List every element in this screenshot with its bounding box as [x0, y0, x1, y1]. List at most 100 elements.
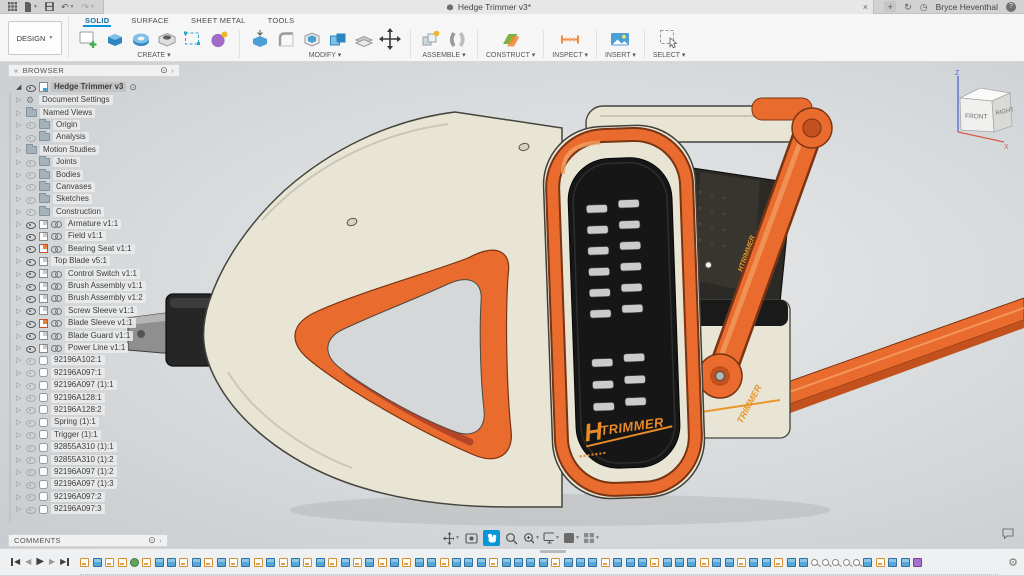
tree-item[interactable]: ▷ Construction	[16, 206, 180, 218]
timeline-feature-icon[interactable]	[291, 558, 300, 567]
timeline-feature-icon[interactable]	[378, 558, 387, 567]
tree-item-label[interactable]: Construction	[53, 207, 104, 217]
visibility-eye-icon[interactable]	[26, 467, 36, 476]
expand-arrow-icon[interactable]: ▷	[16, 183, 23, 191]
expand-arrow-icon[interactable]: ▷	[16, 344, 23, 352]
pan-button[interactable]	[483, 530, 500, 546]
tab-solid[interactable]: SOLID	[83, 16, 111, 27]
tree-item-label[interactable]: Bearing Seat v1:1	[65, 244, 135, 254]
tree-item-label[interactable]: Document Settings	[39, 95, 113, 105]
tree-item[interactable]: ▷ Brush Assembly v1:2	[16, 292, 180, 304]
tree-item-label[interactable]: Control Switch v1:1	[65, 269, 140, 279]
main-housing[interactable]: H TRIMMER	[542, 123, 720, 501]
app-grid-icon[interactable]	[8, 2, 17, 11]
collapse-panel-icon[interactable]: «	[14, 66, 19, 75]
tree-item-label[interactable]: 92196A097 (1):2	[51, 467, 117, 477]
visibility-eye-icon[interactable]	[26, 306, 36, 315]
timeline-feature-icon[interactable]	[415, 558, 424, 567]
play-button[interactable]: ▶	[36, 558, 44, 566]
timeline-feature-icon[interactable]	[613, 558, 622, 567]
tree-item-label[interactable]: Bodies	[53, 170, 83, 180]
tree-item[interactable]: ▷ Sketches	[16, 193, 180, 205]
comments-add-icon[interactable]: ⊙	[148, 536, 156, 545]
timeline-feature-icon[interactable]	[843, 559, 850, 566]
expand-arrow-icon[interactable]: ▷	[16, 232, 23, 240]
hole-button[interactable]	[155, 27, 179, 51]
tree-item-label[interactable]: Field v1:1	[65, 231, 106, 241]
timeline-feature-icon[interactable]	[328, 558, 337, 567]
visibility-eye-icon[interactable]	[26, 393, 36, 402]
tree-item-label[interactable]: Spring (1):1	[51, 417, 99, 427]
expand-arrow-icon[interactable]: ▷	[16, 356, 23, 364]
timeline-feature-icon[interactable]	[452, 558, 461, 567]
tree-item[interactable]: ▷ Document Settings	[16, 94, 180, 106]
tree-item[interactable]: ▷ Named Views	[16, 106, 180, 118]
timeline-feature-icon[interactable]	[551, 558, 560, 567]
tree-item[interactable]: ▷ Screw Sleeve v1:1	[16, 305, 180, 317]
step-back-button[interactable]: ◀	[25, 558, 31, 566]
timeline-feature-icon[interactable]	[799, 558, 808, 567]
select-button[interactable]	[657, 27, 681, 51]
expand-arrow-icon[interactable]: ▷	[16, 493, 23, 501]
undo-icon[interactable]: ↶▼	[61, 2, 75, 12]
timeline-feature-icon[interactable]	[787, 558, 796, 567]
comments-panel[interactable]: COMMENTS ⊙ ›	[8, 534, 168, 547]
move-button[interactable]	[378, 27, 402, 51]
workspace-selector[interactable]: DESIGN▼	[8, 21, 62, 55]
viewport-canvas[interactable]: HTRIMMER TRIMMER	[0, 62, 1024, 548]
visibility-eye-icon[interactable]	[26, 356, 36, 365]
timeline-feature-icon[interactable]	[675, 558, 684, 567]
timeline-feature-icon[interactable]	[365, 558, 374, 567]
timeline-feature-icon[interactable]	[687, 558, 696, 567]
timeline-feature-icon[interactable]	[749, 558, 758, 567]
expand-arrow-icon[interactable]: ▷	[16, 505, 23, 513]
timeline-settings-gear-icon[interactable]: ⚙	[1008, 556, 1018, 569]
display-settings-button[interactable]: ▼	[543, 530, 560, 546]
tree-item-label[interactable]: Brush Assembly v1:2	[65, 293, 146, 303]
tree-item[interactable]: ▷ 92196A128:1	[16, 391, 180, 403]
browser-header[interactable]: « BROWSER ⊙ ›	[8, 64, 180, 77]
tree-item-label[interactable]: Armature v1:1	[65, 219, 121, 229]
timeline-feature-icon[interactable]	[564, 558, 573, 567]
visibility-eye-icon[interactable]	[26, 368, 36, 377]
look-at-button[interactable]	[463, 530, 480, 546]
sync-status-icon[interactable]: ↻	[904, 2, 912, 12]
timeline-feature-icon[interactable]	[390, 558, 399, 567]
tree-item[interactable]: ▷ 92196A102:1	[16, 354, 180, 366]
visibility-eye-icon[interactable]	[26, 158, 36, 167]
tree-item[interactable]: ▷ Control Switch v1:1	[16, 267, 180, 279]
create-sketch-button[interactable]	[77, 27, 101, 51]
timeline-feature-icon[interactable]	[241, 558, 250, 567]
joint-button[interactable]	[445, 27, 469, 51]
save-icon[interactable]	[45, 2, 54, 11]
expand-arrow-icon[interactable]: ▷	[16, 257, 23, 265]
timeline-feature-icon[interactable]	[588, 558, 597, 567]
timeline-feature-icon[interactable]	[913, 558, 922, 567]
visibility-eye-icon[interactable]	[26, 120, 36, 129]
view-cube[interactable]: Z X FRONT RIGHT	[938, 68, 1018, 155]
tree-item-label[interactable]: Origin	[53, 120, 80, 130]
expand-arrow-icon[interactable]: ▷	[16, 133, 23, 141]
modify-group-label[interactable]: MODIFY ▾	[309, 51, 342, 61]
revolve-button[interactable]	[129, 27, 153, 51]
tree-item[interactable]: ▷ 92855A310 (1):1	[16, 441, 180, 453]
tree-item[interactable]: ▷ Spring (1):1	[16, 416, 180, 428]
tree-item-label[interactable]: Top Blade v5:1	[51, 256, 110, 266]
expand-arrow-icon[interactable]: ▷	[16, 220, 23, 228]
timeline-feature-icon[interactable]	[155, 558, 164, 567]
timeline-feature-icon[interactable]	[901, 558, 910, 567]
tree-item[interactable]: ▷ 92196A097 (1):1	[16, 379, 180, 391]
construct-plane-button[interactable]	[499, 27, 523, 51]
tree-item[interactable]: ▷ Joints	[16, 156, 180, 168]
visibility-eye-icon[interactable]	[26, 505, 36, 514]
new-tab-button[interactable]: +	[884, 1, 896, 12]
timeline-feature-icon[interactable]	[876, 558, 885, 567]
help-icon[interactable]: ?	[1006, 2, 1016, 12]
expand-arrow-icon[interactable]: ▷	[16, 146, 23, 154]
assemble-group-label[interactable]: ASSEMBLE ▾	[422, 51, 465, 61]
tree-item[interactable]: ▷ Blade Guard v1:1	[16, 329, 180, 341]
visibility-eye-icon[interactable]	[26, 430, 36, 439]
visibility-eye-icon[interactable]	[26, 344, 36, 353]
tree-root-item[interactable]: ◢ Hedge Trimmer v3 ⊙	[16, 80, 180, 94]
timeline-feature-icon[interactable]	[402, 558, 411, 567]
